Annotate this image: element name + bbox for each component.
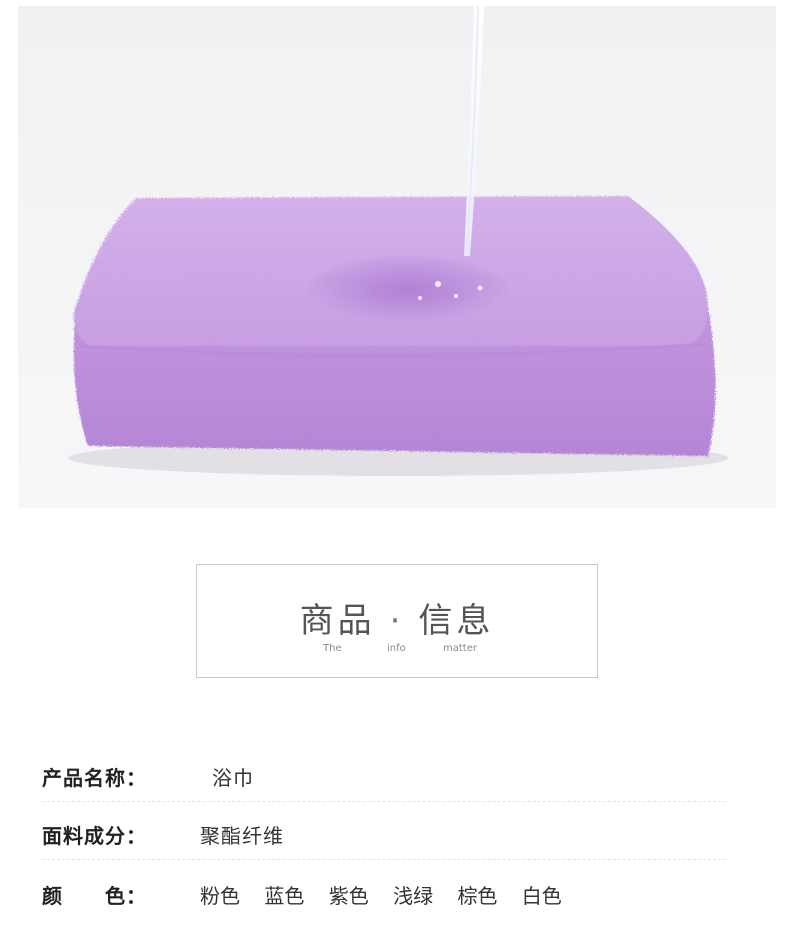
product-info-title: 商品 · 信息	[197, 593, 597, 642]
title-dot: ·	[389, 601, 405, 641]
product-info-card: 商品 · 信息 The info matter	[196, 564, 598, 678]
subtitle-matter: matter	[443, 643, 477, 654]
product-name-label: 产品名称：	[42, 766, 147, 790]
color-option: 浅绿	[393, 884, 434, 908]
color-option: 紫色	[328, 884, 369, 908]
spec-row-color: 颜 色： 粉色 蓝色 紫色 浅绿 棕色 白色	[42, 866, 726, 920]
material-label: 面料成分：	[42, 824, 147, 848]
subtitle-the: The	[323, 643, 342, 654]
color-option: 白色	[521, 884, 562, 908]
product-hero-image	[18, 6, 776, 508]
material-value: 聚酯纤维	[200, 824, 284, 848]
color-label: 颜 色：	[42, 884, 147, 908]
color-option: 蓝色	[264, 884, 305, 908]
product-name-value: 浴巾	[212, 766, 254, 790]
subtitle-info: info	[387, 643, 406, 654]
towel-illustration	[68, 6, 728, 476]
title-right: 信息	[418, 601, 495, 641]
spec-row-product-name: 产品名称： 浴巾	[42, 748, 726, 802]
color-options: 粉色 蓝色 紫色 浅绿 棕色 白色	[200, 880, 580, 909]
title-left: 商品	[299, 601, 376, 641]
color-option: 粉色	[200, 884, 240, 908]
color-option: 棕色	[457, 884, 498, 908]
spec-row-material: 面料成分： 聚酯纤维	[42, 806, 726, 860]
